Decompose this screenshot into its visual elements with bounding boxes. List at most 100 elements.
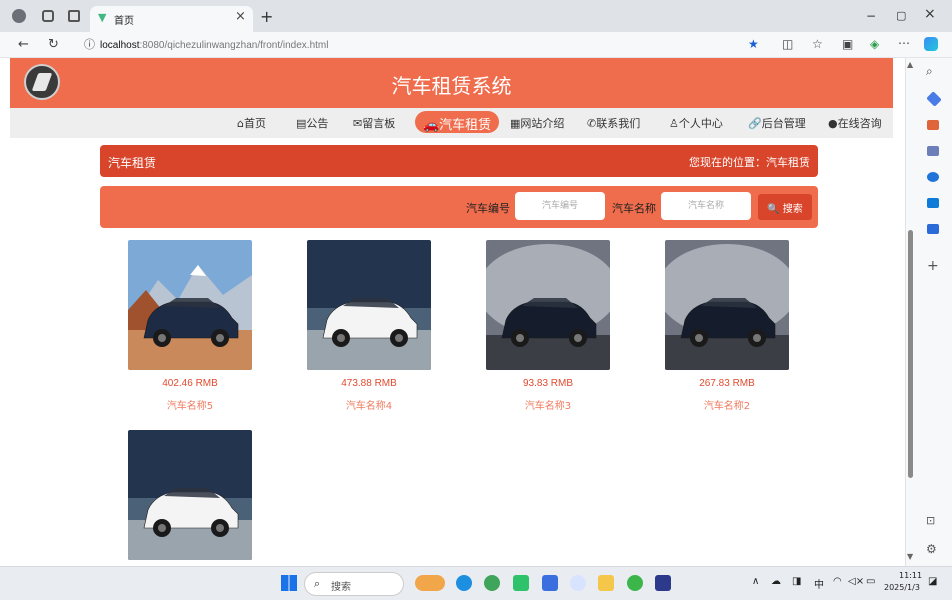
favorite-star-icon[interactable]: ★ [748,38,759,50]
main-nav: ⌂首页 ▤公告 ✉留言板 🚗汽车租赁 ▦网站介绍 ✆联系我们 ♙个人中心 🔗后台… [10,108,893,138]
nav-admin[interactable]: 🔗后台管理 [748,115,806,131]
nav-online-chat[interactable]: ●在线咨询 [828,115,882,131]
info-icon[interactable]: ⓘ [84,39,95,50]
car-code-input[interactable] [515,192,605,220]
car-image[interactable] [128,240,252,370]
scroll-up-icon[interactable]: ▲ [907,60,913,69]
car-name[interactable]: 汽车名称3 [486,397,610,412]
site-header: 汽车租赁系统 [10,58,893,108]
extensions-icon[interactable]: ◈ [870,38,879,50]
close-window-button[interactable]: × [924,6,936,22]
car-card[interactable]: 473.88 RMB 汽车名称4 [307,240,433,412]
vue-favicon-icon: ▼ [98,11,107,24]
car-name-input[interactable] [661,192,751,220]
tab-actions-icon[interactable] [68,10,80,22]
car-card[interactable]: 267.83 RMB 汽车名称2 [665,240,791,412]
windows-taskbar: ⌕ 搜索 ∧ ☁ ◨ 中 ◠ ◁× ▭ 11:11 2025/1/3 ◪ [0,566,952,600]
sidebar-add-icon[interactable]: + [927,258,939,274]
sidebar-tag-icon[interactable] [926,91,942,107]
breadcrumb-location: 您现在的位置：汽车租赁 [689,156,810,169]
taskbar-widgets-icon[interactable] [415,575,445,591]
car-code-label: 汽车编号 [466,202,510,215]
favorites-icon[interactable]: ☆ [812,38,823,50]
nav-message-board[interactable]: ✉留言板 [353,115,395,131]
notification-icon[interactable]: ◪ [928,576,937,587]
nav-contact[interactable]: ✆联系我们 [587,115,640,131]
tray-ime-indicator[interactable]: 中 [814,576,824,591]
taskbar-search[interactable]: ⌕ 搜索 [304,572,404,596]
sidebar-shopping-icon[interactable] [927,120,939,130]
profile-icon[interactable] [12,9,26,23]
taskbar-explorer-icon[interactable] [598,575,614,591]
car-price: 93.83 RMB [522,378,574,389]
nav-car-rental[interactable]: 🚗汽车租赁 [415,111,500,133]
clock-date[interactable]: 2025/1/3 [884,583,920,592]
maximize-button[interactable]: ▢ [896,9,906,22]
nav-home[interactable]: ⌂首页 [237,115,266,131]
car-name-label: 汽车名称 [612,202,656,215]
car-image[interactable] [665,240,789,370]
scroll-down-icon[interactable]: ▼ [907,552,913,561]
taskbar-chrome-icon[interactable] [484,575,500,591]
sidebar-search-icon[interactable]: ⌕ [926,64,933,79]
more-menu-icon[interactable]: ⋯ [898,37,910,49]
new-tab-button[interactable]: + [260,7,273,26]
car-name[interactable]: 汽车名称2 [665,397,789,412]
tray-expand-icon[interactable]: ∧ [752,576,759,587]
taskbar-app-green-icon[interactable] [513,575,529,591]
clock-time[interactable]: 11:11 [899,571,922,580]
tab-close-button[interactable]: × [235,9,246,24]
car-price: 402.46 RMB [162,378,218,389]
sidebar-office-icon[interactable] [927,172,939,182]
nav-user-center[interactable]: ♙个人中心 [669,115,723,131]
site-title: 汽车租赁系统 [391,74,512,98]
nav-about[interactable]: ▦网站介绍 [510,115,564,131]
back-icon[interactable]: ← [18,38,29,51]
split-screen-icon[interactable]: ◫ [782,38,793,50]
taskbar-edge-icon[interactable] [456,575,472,591]
breadcrumb-title: 汽车租赁 [108,156,157,170]
browser-tab-bar: ▼ 首页 × + − ▢ × [0,0,952,32]
url-host: localhost [100,40,140,51]
taskbar-search-label: 搜索 [331,582,351,593]
sidebar-drop-icon[interactable] [927,224,939,234]
collections-icon[interactable]: ▣ [842,38,853,50]
tray-cloud-icon[interactable]: ☁ [771,576,781,587]
windows-start-icon[interactable] [281,575,297,591]
sidebar-outlook-icon[interactable] [927,198,939,208]
car-image[interactable] [128,430,252,560]
car-name[interactable]: 汽车名称4 [307,397,431,412]
tray-volume-icon[interactable]: ◁× [848,576,864,587]
car-card[interactable]: 402.46 RMB 汽车名称5 [128,240,254,412]
taskbar-app-a-icon[interactable] [570,575,586,591]
sidebar-screenshot-icon[interactable]: ⊡ [926,514,935,527]
url-path: :8080/qichezulinwangzhan/front/index.htm… [139,40,329,51]
sidebar-settings-icon[interactable]: ⚙ [926,542,937,556]
search-button[interactable]: 🔍 搜索 [758,194,812,220]
nav-notice[interactable]: ▤公告 [296,115,328,131]
car-price: 473.88 RMB [341,378,397,389]
tray-wifi-icon[interactable]: ◠ [833,576,842,587]
car-image[interactable] [307,240,431,370]
tray-battery-icon[interactable]: ▭ [866,576,875,587]
taskbar-search-icon: ⌕ [314,577,321,590]
url-field[interactable]: localhost:8080/qichezulinwangzhan/front/… [100,40,328,51]
taskbar-app-blue-icon[interactable] [542,575,558,591]
car-card[interactable] [128,430,254,560]
car-card[interactable]: 93.83 RMB 汽车名称3 [486,240,612,412]
taskbar-app-red-icon[interactable] [655,575,671,591]
car-image[interactable] [486,240,610,370]
refresh-icon[interactable]: ↻ [48,38,59,51]
copilot-icon[interactable] [924,37,938,51]
page-viewport: 汽车租赁系统 ⌂首页 ▤公告 ✉留言板 🚗汽车租赁 ▦网站介绍 ✆联系我们 ♙个… [0,58,905,566]
page-scrollbar[interactable] [908,230,913,478]
sidebar-games-icon[interactable] [927,146,939,156]
minimize-button[interactable]: − [866,9,876,23]
browser-tab-home[interactable]: ▼ 首页 × [90,6,253,32]
taskbar-wechat-icon[interactable] [627,575,643,591]
address-bar: ← ↻ ⓘ localhost:8080/qichezulinwangzhan/… [0,32,952,58]
workspaces-icon[interactable] [42,10,54,22]
car-name[interactable]: 汽车名称5 [128,397,252,412]
tray-app-icon[interactable]: ◨ [792,576,801,587]
breadcrumb-bar: 汽车租赁 您现在的位置：汽车租赁 [100,145,818,177]
